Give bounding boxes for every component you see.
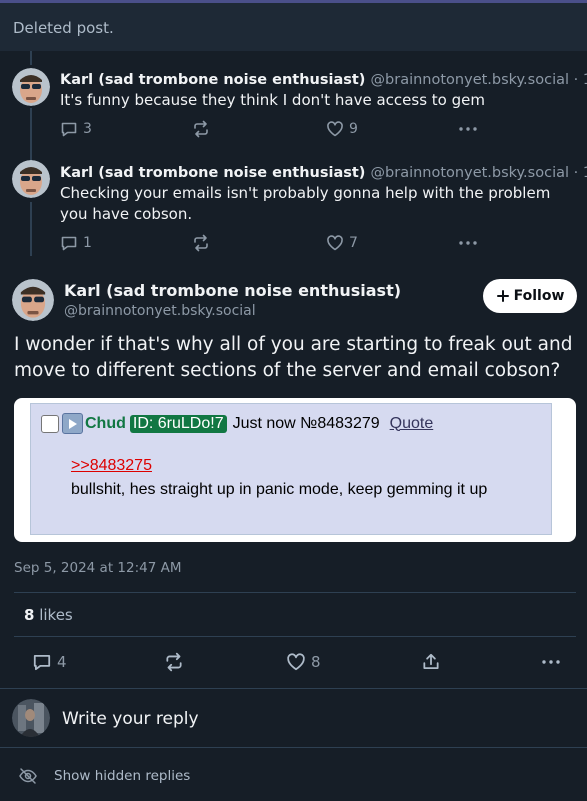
- reply-count: 4: [57, 653, 67, 671]
- repost-icon: [166, 652, 182, 672]
- repost-button[interactable]: [192, 120, 210, 138]
- reply-button[interactable]: 1: [60, 234, 92, 252]
- ellipsis-icon: [459, 241, 477, 245]
- poster-name: Chud: [85, 414, 126, 432]
- divider: [0, 688, 587, 689]
- show-hidden-replies-label: Show hidden replies: [54, 768, 191, 784]
- divider: [0, 747, 587, 748]
- like-button[interactable]: 8: [286, 652, 321, 672]
- like-count: 8: [311, 653, 321, 671]
- likes-count: 8: [24, 606, 35, 624]
- author-handle[interactable]: @brainnotonyet.bsky.social · 14m: [371, 165, 587, 181]
- share-icon: [423, 653, 439, 669]
- embedded-post-body: bullshit, hes straight up in panic mode,…: [71, 481, 488, 498]
- avatar[interactable]: [12, 160, 50, 198]
- ellipsis-icon: [459, 127, 477, 131]
- likes-summary[interactable]: 8 likes: [24, 606, 73, 624]
- like-button[interactable]: 7: [326, 234, 358, 252]
- divider: [14, 592, 576, 593]
- author-handle[interactable]: @brainnotonyet.bsky.social · 16m: [371, 72, 587, 88]
- poster-id: ID: 6ruLDo!7: [129, 414, 227, 433]
- repost-button[interactable]: [192, 234, 210, 252]
- heart-icon: [327, 121, 343, 137]
- reply-reference-link[interactable]: >>8483275: [71, 457, 152, 475]
- thread-line: [30, 202, 32, 256]
- thread-line: [30, 108, 32, 162]
- post-text: It's funny because they think I don't ha…: [60, 91, 485, 109]
- deleted-post-label: Deleted post.: [13, 19, 114, 37]
- post-meta: Just now №8483279: [232, 414, 380, 432]
- like-count: 9: [349, 121, 358, 137]
- play-icon[interactable]: [62, 413, 83, 434]
- more-options-button[interactable]: [458, 120, 478, 138]
- avatar[interactable]: [12, 68, 50, 106]
- author-name[interactable]: Karl (sad trombone noise enthusiast): [60, 165, 365, 181]
- author-handle[interactable]: @brainnotonyet.bsky.social: [64, 303, 256, 319]
- reply-count: 1: [83, 235, 92, 251]
- heart-icon: [287, 653, 305, 671]
- reply-button[interactable]: 3: [60, 120, 92, 138]
- more-options-button[interactable]: [458, 234, 478, 252]
- post-text: Checking your emails isn't probably gonn…: [60, 184, 551, 223]
- follow-label: Follow: [513, 288, 565, 304]
- user-avatar: [12, 699, 50, 737]
- post-timestamp: Sep 5, 2024 at 12:47 AM: [14, 560, 182, 576]
- quote-link[interactable]: Quote: [390, 415, 434, 433]
- follow-button[interactable]: Follow: [483, 279, 577, 313]
- checkbox[interactable]: [41, 414, 59, 433]
- likes-label: likes: [39, 606, 73, 624]
- reply-icon: [33, 655, 51, 671]
- repost-icon: [194, 120, 208, 138]
- show-hidden-replies-button[interactable]: Show hidden replies: [18, 766, 190, 786]
- post-text: I wonder if that's why all of you are st…: [14, 334, 573, 381]
- reply-icon: [61, 122, 77, 137]
- plus-icon: [496, 290, 509, 302]
- author-name[interactable]: Karl (sad trombone noise enthusiast): [60, 72, 365, 88]
- eye-slash-icon: [19, 768, 37, 784]
- author-name[interactable]: Karl (sad trombone noise enthusiast): [64, 281, 401, 300]
- reply-count: 3: [83, 121, 92, 137]
- avatar[interactable]: [12, 279, 54, 321]
- divider: [14, 636, 576, 637]
- more-options-button[interactable]: [541, 652, 561, 672]
- like-count: 7: [349, 235, 358, 251]
- ellipsis-icon: [542, 660, 560, 664]
- like-button[interactable]: 9: [326, 120, 358, 138]
- thread-line: [30, 51, 32, 65]
- repost-button[interactable]: [164, 652, 184, 672]
- reply-input[interactable]: Write your reply: [62, 709, 199, 729]
- repost-icon: [194, 234, 208, 252]
- deleted-post-banner[interactable]: Deleted post.: [0, 3, 587, 51]
- reply-button[interactable]: 4: [32, 652, 67, 672]
- reply-icon: [61, 236, 77, 251]
- heart-icon: [327, 235, 343, 251]
- share-button[interactable]: [421, 652, 441, 672]
- embedded-screenshot-post: Chud ID: 6ruLDo!7 Just now №8483279 Quot…: [30, 403, 552, 535]
